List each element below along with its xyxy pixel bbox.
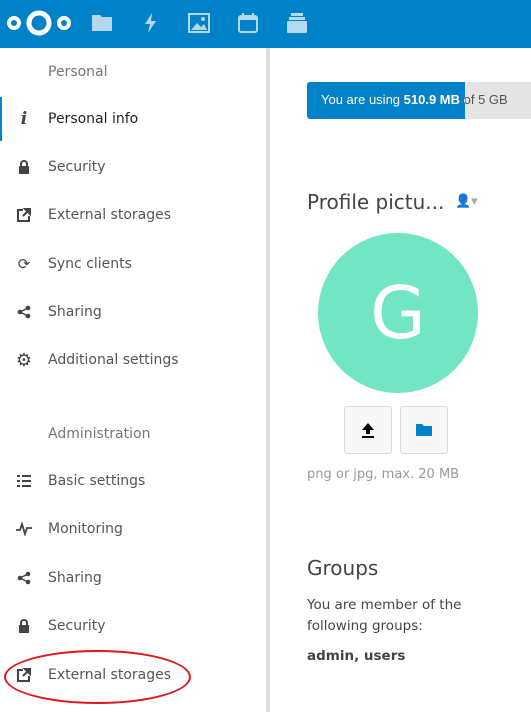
sidebar-item-label: External storages [48, 667, 172, 683]
deck-icon[interactable] [285, 11, 309, 35]
calendar-icon[interactable] [236, 11, 260, 35]
folder-icon [416, 424, 432, 436]
personal-caption: Personal [48, 64, 108, 80]
list-icon [0, 474, 48, 488]
visibility-scope-icon[interactable]: 👤▾ [455, 194, 478, 209]
administration-caption: Administration [48, 426, 151, 442]
share-icon [0, 571, 48, 585]
sidebar-item-admin-security[interactable]: Security [0, 604, 268, 648]
sidebar-scrollbar[interactable] [266, 48, 270, 712]
sidebar-item-label: Personal info [48, 111, 139, 127]
sync-icon: ⟳ [17, 255, 31, 273]
upload-button[interactable] [344, 406, 392, 454]
sidebar-item-basic-settings[interactable]: Basic settings [0, 459, 268, 503]
choose-from-files-button[interactable] [400, 406, 448, 454]
sidebar-item-admin-sharing[interactable]: Sharing [0, 556, 268, 600]
upload-icon [362, 423, 374, 438]
upload-hint: png or jpg, max. 20 MB [307, 467, 460, 482]
sidebar-item-label: Security [48, 159, 106, 175]
sidebar-item-monitoring[interactable]: Monitoring [0, 507, 268, 551]
activity-icon[interactable] [139, 11, 163, 35]
groups-title: Groups [307, 556, 379, 580]
sidebar-item-label: Monitoring [48, 521, 123, 537]
sidebar-item-sharing[interactable]: Sharing [0, 290, 268, 334]
lock-icon [0, 619, 48, 633]
sidebar-item-label: Sync clients [48, 256, 132, 272]
top-bar [0, 0, 531, 48]
lock-icon [0, 160, 48, 174]
share-icon [0, 305, 48, 319]
main-content: You are using 510.9 MB of 5 GB You are u… [274, 48, 531, 712]
sidebar-item-sync-clients[interactable]: ⟳ Sync clients [0, 242, 268, 286]
sidebar-item-personal-info[interactable]: i Personal info [0, 97, 268, 141]
sidebar-item-label: Security [48, 618, 106, 634]
sidebar-item-label: External storages [48, 207, 172, 223]
files-icon[interactable] [90, 11, 114, 35]
groups-text: You are member of the following groups: [307, 597, 462, 634]
gallery-icon[interactable] [187, 11, 211, 35]
sidebar-item-external-storages[interactable]: External storages [0, 193, 268, 237]
sidebar-item-label: Sharing [48, 570, 102, 586]
sidebar-item-label: Additional settings [48, 352, 179, 368]
quota-bar: You are using 510.9 MB of 5 GB You are u… [307, 82, 531, 119]
sidebar-item-additional-settings[interactable]: ⚙ Additional settings [0, 338, 268, 382]
profile-picture-title: Profile pictu... [307, 190, 445, 214]
groups-list: admin, users [307, 648, 406, 664]
external-link-icon [0, 208, 48, 222]
avatar: G [318, 233, 478, 393]
sidebar-item-security[interactable]: Security [0, 145, 268, 189]
sidebar-item-label: Basic settings [48, 473, 146, 489]
nextcloud-logo[interactable] [5, 6, 73, 40]
gear-icon: ⚙ [15, 349, 33, 371]
sidebar-item-admin-external-storages[interactable]: External storages [0, 653, 268, 697]
info-icon: i [20, 109, 28, 129]
external-link-icon [0, 668, 48, 682]
sidebar-item-label: Sharing [48, 304, 102, 320]
settings-sidebar: Personal i Personal info Security Externa… [0, 48, 270, 712]
pulse-icon [0, 522, 48, 536]
